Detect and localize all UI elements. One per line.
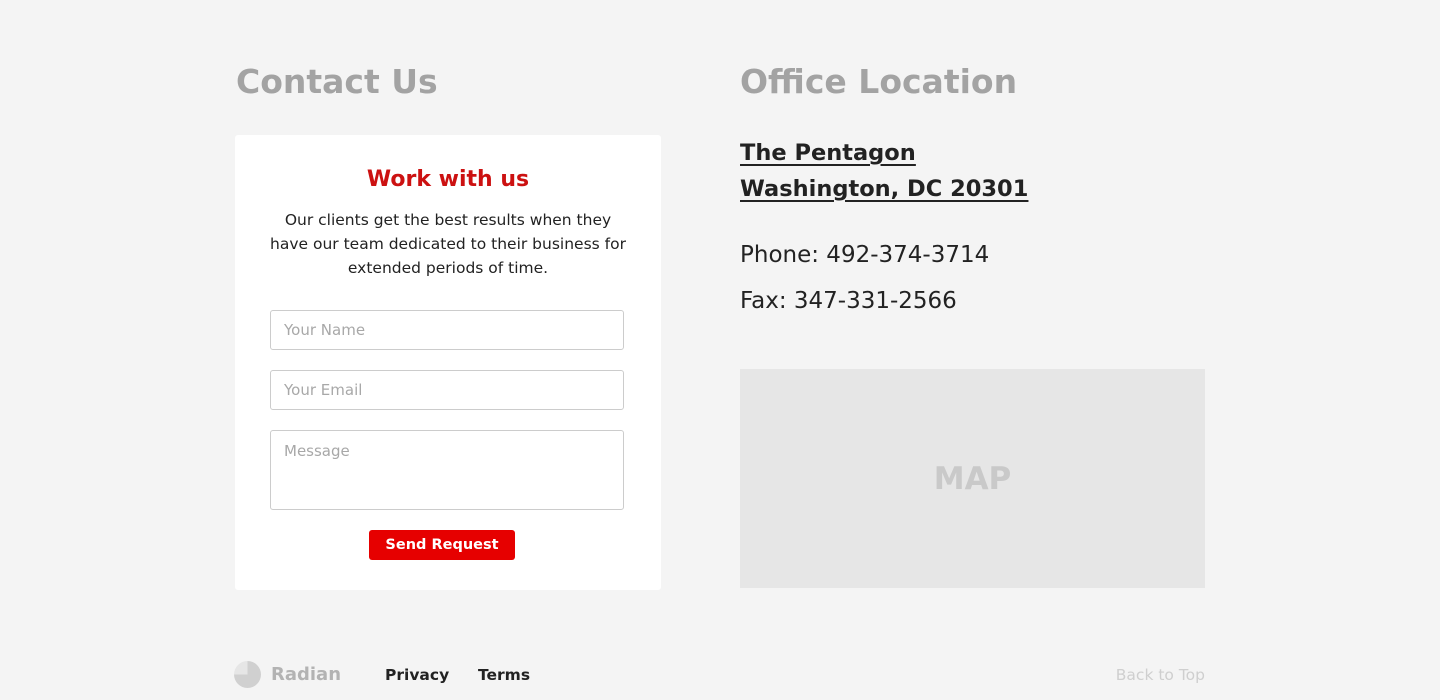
radian-logo-icon	[234, 661, 261, 688]
message-textarea[interactable]	[270, 430, 624, 510]
fax-number: Fax: 347-331-2566	[740, 288, 957, 314]
form-description: Our clients get the best results when th…	[270, 211, 626, 277]
phone-number: Phone: 492-374-3714	[740, 242, 990, 268]
map-placeholder-label: MAP	[933, 460, 1012, 497]
form-heading: Work with us	[366, 167, 530, 192]
contact-section-title: Contact Us	[236, 62, 438, 101]
office-map[interactable]: MAP	[740, 369, 1205, 588]
address-line-2-link[interactable]: Washington, DC 20301	[740, 176, 1028, 202]
back-to-top-link[interactable]: Back to Top	[1116, 664, 1205, 686]
contact-form-card: Work with us Our clients get the best re…	[235, 135, 661, 590]
privacy-link[interactable]: Privacy	[385, 664, 449, 686]
name-input[interactable]	[270, 310, 624, 350]
brand-name: Radian	[271, 664, 342, 685]
email-input[interactable]	[270, 370, 624, 410]
footer-brand[interactable]: Radian	[234, 661, 341, 688]
office-section-title: Office Location	[740, 62, 1018, 101]
address-line-1-link[interactable]: The Pentagon	[740, 140, 916, 166]
terms-link[interactable]: Terms	[478, 664, 530, 686]
send-request-button[interactable]: Send Request	[369, 530, 515, 560]
office-address[interactable]: The Pentagon Washington, DC 20301	[740, 135, 1028, 207]
